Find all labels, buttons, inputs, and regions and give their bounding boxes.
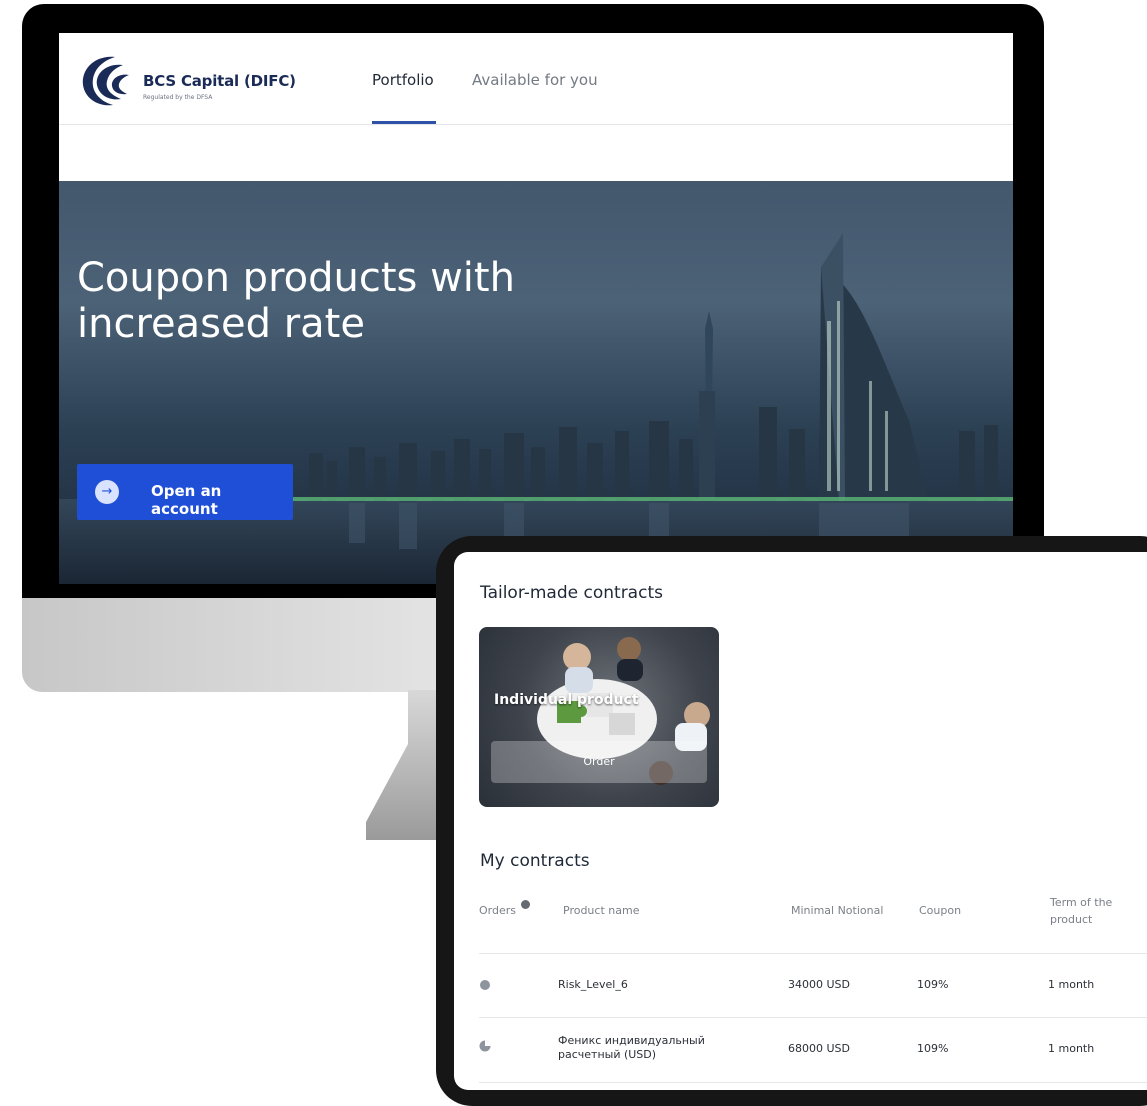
row-product-name: Феникс индивидуальный расчетный (USD): [558, 1034, 705, 1061]
table-divider: [479, 1017, 1147, 1018]
col-minimal-notional: Minimal Notional: [791, 904, 884, 917]
col-orders: Orders: [479, 904, 516, 917]
city-skyline-image: [59, 233, 1013, 584]
table-divider: [479, 953, 1147, 954]
my-contracts-title: My contracts: [480, 851, 590, 871]
row-minimal-notional: 68000 USD: [788, 1042, 850, 1055]
order-button[interactable]: Order: [491, 741, 707, 783]
hero-banner: Coupon products with increased rate → Op…: [59, 181, 1013, 584]
brand-tagline: Regulated by the DFSA: [143, 94, 213, 101]
site-header: BCS Capital (DIFC) Regulated by the DFSA…: [59, 33, 1013, 125]
tab-available-for-you[interactable]: Available for you: [472, 71, 598, 89]
open-account-label: Open an account: [151, 482, 222, 518]
hero-title: Coupon products with increased rate: [77, 255, 515, 347]
tab-portfolio[interactable]: Portfolio: [372, 71, 434, 89]
bcs-logo-icon[interactable]: [75, 51, 131, 109]
row-product-name: Risk_Level_6: [558, 978, 628, 991]
individual-product-card[interactable]: Individual product Order: [479, 627, 719, 807]
col-coupon: Coupon: [919, 904, 962, 917]
arrow-right-icon: →: [95, 480, 119, 504]
brand-name[interactable]: BCS Capital (DIFC): [143, 72, 296, 90]
active-tab-indicator: [372, 121, 436, 124]
tablet-screen: Tailor-made contracts Individual product…: [454, 552, 1147, 1090]
info-icon[interactable]: [521, 900, 530, 909]
tailor-made-title: Tailor-made contracts: [480, 583, 663, 603]
row-term: 1 month: [1048, 978, 1095, 991]
row-coupon: 109%: [917, 1042, 949, 1055]
col-product-name: Product name: [563, 904, 640, 917]
open-account-button[interactable]: → Open an account: [77, 464, 293, 520]
status-partial-icon: [479, 1040, 491, 1052]
desktop-screen: BCS Capital (DIFC) Regulated by the DFSA…: [59, 33, 1013, 584]
row-term: 1 month: [1048, 1042, 1095, 1055]
row-minimal-notional: 34000 USD: [788, 978, 850, 991]
table-divider: [479, 1082, 1147, 1083]
status-full-icon: [480, 980, 490, 990]
row-coupon: 109%: [917, 978, 949, 991]
col-term: Term of the product: [1050, 896, 1113, 926]
card-title: Individual product: [494, 692, 639, 708]
